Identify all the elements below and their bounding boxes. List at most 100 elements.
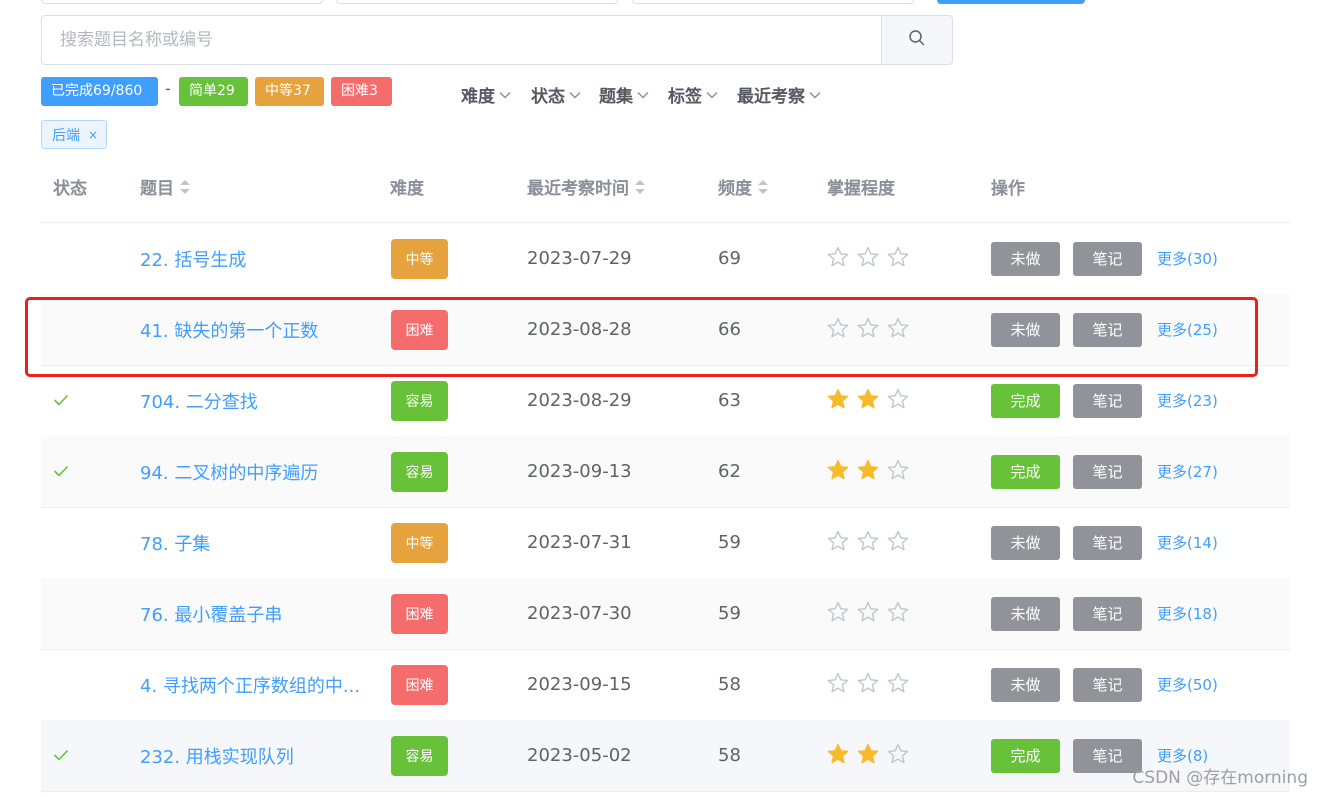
star-outline-icon[interactable] (887, 743, 909, 768)
status-button[interactable]: 未做 (991, 525, 1060, 560)
note-button[interactable]: 笔记 (1073, 241, 1142, 276)
star-filled-icon[interactable] (827, 459, 849, 484)
star-outline-icon[interactable] (827, 672, 849, 697)
star-filled-icon[interactable] (827, 743, 849, 768)
star-outline-icon[interactable] (827, 530, 849, 555)
star-outline-icon[interactable] (827, 246, 849, 271)
more-link[interactable]: 更多(23) (1157, 390, 1218, 411)
filter-tag[interactable]: 标签 (668, 82, 718, 107)
problem-title-link[interactable]: 78. 子集 (140, 507, 210, 578)
mastery-rating[interactable] (827, 720, 909, 791)
problem-title-link[interactable]: 232. 用栈实现队列 (140, 720, 294, 791)
note-button[interactable]: 笔记 (1073, 383, 1142, 418)
chevron-down-icon (809, 91, 821, 98)
search-bar (41, 15, 953, 65)
star-outline-icon[interactable] (887, 459, 909, 484)
status-button[interactable]: 完成 (991, 738, 1060, 773)
star-outline-icon[interactable] (857, 672, 879, 697)
table-row: 232. 用栈实现队列 容易 2023-05-02 58 完成 笔记 更多(8) (41, 720, 1290, 792)
star-filled-icon[interactable] (827, 388, 849, 413)
filter-difficulty[interactable]: 难度 (461, 82, 511, 107)
check-icon (53, 746, 69, 765)
status-button[interactable]: 未做 (991, 667, 1060, 702)
status-button[interactable]: 未做 (991, 596, 1060, 631)
star-outline-icon[interactable] (887, 246, 909, 271)
hard-count-badge: 困难3 (331, 77, 392, 106)
mastery-rating[interactable] (827, 507, 909, 578)
star-outline-icon[interactable] (857, 246, 879, 271)
star-filled-icon[interactable] (857, 388, 879, 413)
note-button[interactable]: 笔记 (1073, 667, 1142, 702)
completed-count-badge: 已完成69/860 (41, 77, 158, 106)
chevron-down-icon (499, 91, 511, 98)
sort-icon[interactable] (758, 179, 768, 194)
status-button[interactable]: 未做 (991, 241, 1060, 276)
filter-problem-set[interactable]: 题集 (599, 82, 649, 107)
filter-difficulty-label: 难度 (461, 87, 495, 107)
date-cell: 2023-09-15 (527, 674, 632, 695)
problem-title-link[interactable]: 94. 二叉树的中序遍历 (140, 436, 318, 507)
table-row: 76. 最小覆盖子串 困难 2023-07-30 59 未做 笔记 更多(18) (41, 578, 1290, 650)
problem-title-link[interactable]: 4. 寻找两个正序数组的中... (140, 649, 360, 720)
star-outline-icon[interactable] (827, 601, 849, 626)
filter-recent[interactable]: 最近考察 (737, 82, 821, 107)
note-button[interactable]: 笔记 (1073, 454, 1142, 489)
star-filled-icon[interactable] (857, 743, 879, 768)
date-cell: 2023-07-30 (527, 603, 632, 624)
search-input[interactable] (42, 16, 881, 64)
search-button[interactable] (881, 16, 952, 64)
header-date[interactable]: 最近考察时间 (527, 151, 645, 222)
problem-title-link[interactable]: 22. 括号生成 (140, 223, 246, 294)
frequency-cell: 59 (718, 532, 741, 553)
sort-icon[interactable] (635, 179, 645, 194)
star-filled-icon[interactable] (857, 459, 879, 484)
more-link[interactable]: 更多(18) (1157, 603, 1218, 624)
star-outline-icon[interactable] (857, 530, 879, 555)
header-title[interactable]: 题目 (140, 151, 190, 222)
filter-status[interactable]: 状态 (531, 82, 581, 107)
star-outline-icon[interactable] (857, 601, 879, 626)
more-link[interactable]: 更多(50) (1157, 674, 1218, 695)
star-outline-icon[interactable] (887, 388, 909, 413)
status-button[interactable]: 完成 (991, 454, 1060, 489)
more-link[interactable]: 更多(27) (1157, 461, 1218, 482)
mastery-rating[interactable] (827, 578, 909, 649)
star-outline-icon[interactable] (887, 530, 909, 555)
select-filter-2[interactable] (336, 0, 618, 4)
chevron-down-icon (569, 91, 581, 98)
mastery-rating[interactable] (827, 223, 909, 294)
search-icon (908, 29, 926, 51)
header-status: 状态 (53, 179, 87, 199)
problem-title-link[interactable]: 76. 最小覆盖子串 (140, 578, 282, 649)
active-tag-chip: 后端 × (41, 120, 108, 149)
header-difficulty: 难度 (390, 179, 424, 199)
select-filter-3[interactable] (632, 0, 914, 4)
watermark: CSDN @存在morning (1132, 768, 1308, 788)
mastery-rating[interactable] (827, 649, 909, 720)
more-link[interactable]: 更多(30) (1157, 248, 1218, 269)
difficulty-cell: 困难 (391, 649, 448, 720)
primary-button[interactable] (937, 0, 1085, 4)
more-link[interactable]: 更多(14) (1157, 532, 1218, 553)
status-button[interactable]: 完成 (991, 383, 1060, 418)
star-outline-icon[interactable] (887, 672, 909, 697)
note-button[interactable]: 笔记 (1073, 596, 1142, 631)
frequency-cell: 69 (718, 248, 741, 269)
sort-icon[interactable] (180, 179, 190, 194)
actions-cell: 完成 笔记 更多(27) (991, 436, 1218, 507)
date-cell: 2023-05-02 (527, 745, 632, 766)
date-cell: 2023-07-31 (527, 532, 632, 553)
close-icon[interactable]: × (88, 128, 98, 142)
select-filter-1[interactable] (41, 0, 323, 4)
check-icon (53, 391, 69, 410)
date-cell: 2023-09-13 (527, 461, 632, 482)
date-cell: 2023-07-29 (527, 248, 632, 269)
difficulty-badge: 中等 (391, 238, 448, 279)
frequency-cell: 59 (718, 603, 741, 624)
mastery-rating[interactable] (827, 436, 909, 507)
header-frequency[interactable]: 频度 (718, 151, 768, 222)
difficulty-badge: 困难 (391, 593, 448, 634)
star-outline-icon[interactable] (887, 601, 909, 626)
filter-recent-label: 最近考察 (737, 87, 805, 107)
note-button[interactable]: 笔记 (1073, 525, 1142, 560)
